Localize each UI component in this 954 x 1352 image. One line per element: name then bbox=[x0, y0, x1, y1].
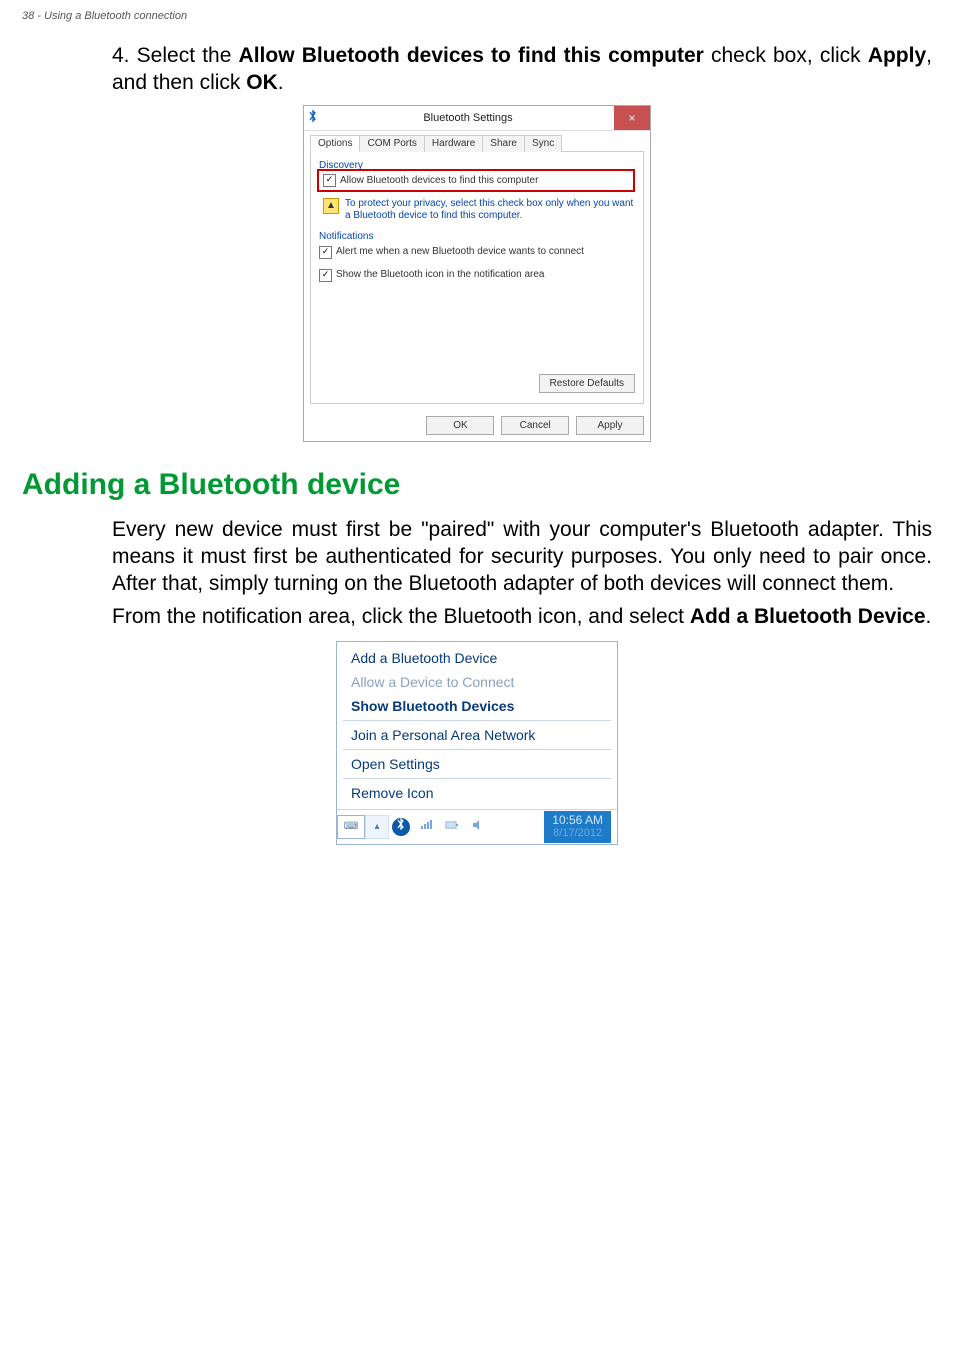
step-mid1: check box, click bbox=[704, 44, 868, 67]
highlight-allow-discovery: ✓ Allow Bluetooth devices to find this c… bbox=[317, 169, 635, 192]
step-bold-apply: Apply bbox=[868, 44, 926, 67]
page-header-note: 38 - Using a Bluetooth connection bbox=[22, 10, 932, 22]
close-button[interactable]: × bbox=[614, 106, 650, 130]
restore-defaults-button[interactable]: Restore Defaults bbox=[539, 374, 635, 393]
bluetooth-tray-icon[interactable] bbox=[392, 818, 410, 836]
tab-hardware[interactable]: Hardware bbox=[424, 135, 483, 152]
menu-remove-icon[interactable]: Remove Icon bbox=[337, 781, 617, 805]
paragraph-pairing: Every new device must first be "paired" … bbox=[112, 516, 932, 598]
bluetooth-icon bbox=[304, 109, 322, 126]
menu-join-pan[interactable]: Join a Personal Area Network bbox=[337, 723, 617, 747]
step-4: 4. Select the Allow Bluetooth devices to… bbox=[112, 42, 932, 97]
volume-icon[interactable] bbox=[465, 819, 491, 834]
checkbox-show-icon[interactable]: ✓ bbox=[319, 269, 332, 282]
taskbar-clock[interactable]: 10:56 AM 8/17/2012 bbox=[544, 811, 611, 843]
touch-keyboard-icon[interactable]: ⌨ bbox=[337, 815, 365, 839]
ok-button[interactable]: OK bbox=[426, 416, 494, 435]
checkbox-show-icon-label: Show the Bluetooth icon in the notificat… bbox=[336, 269, 544, 280]
tab-options[interactable]: Options bbox=[310, 135, 360, 152]
network-icon[interactable] bbox=[413, 819, 439, 834]
cancel-button[interactable]: Cancel bbox=[501, 416, 569, 435]
group-notifications-label: Notifications bbox=[319, 231, 635, 242]
para2-bold: Add a Bluetooth Device bbox=[690, 605, 926, 628]
menu-separator bbox=[343, 720, 611, 721]
step-end: . bbox=[278, 71, 284, 94]
dialog-actions: OK Cancel Apply bbox=[304, 410, 650, 441]
dialog-title: Bluetooth Settings bbox=[322, 112, 614, 124]
paragraph-notification: From the notification area, click the Bl… bbox=[112, 603, 932, 630]
checkbox-allow-discovery-label: Allow Bluetooth devices to find this com… bbox=[340, 175, 538, 186]
para2-end: . bbox=[926, 605, 932, 628]
menu-add-bluetooth-device[interactable]: Add a Bluetooth Device bbox=[337, 646, 617, 670]
checkbox-allow-discovery[interactable]: ✓ bbox=[323, 174, 336, 187]
privacy-info-row: ▲ To protect your privacy, select this c… bbox=[319, 198, 635, 223]
checkbox-alert-new-device-label: Alert me when a new Bluetooth device wan… bbox=[336, 246, 584, 257]
tab-share[interactable]: Share bbox=[482, 135, 525, 152]
dialog-titlebar: Bluetooth Settings × bbox=[304, 106, 650, 131]
section-heading-adding: Adding a Bluetooth device bbox=[22, 468, 932, 502]
bluetooth-tray-menu: Add a Bluetooth Device Allow a Device to… bbox=[336, 641, 618, 845]
menu-allow-connect: Allow a Device to Connect bbox=[337, 670, 617, 694]
tab-com-ports[interactable]: COM Ports bbox=[359, 135, 424, 152]
taskbar-date: 8/17/2012 bbox=[552, 827, 603, 840]
step-bold-ok: OK bbox=[246, 71, 278, 94]
tab-options-body: Discovery ✓ Allow Bluetooth devices to f… bbox=[310, 151, 644, 404]
dialog-tabs: Options COM Ports Hardware Share Sync bbox=[304, 131, 650, 152]
step-number: 4. bbox=[112, 42, 130, 69]
step-bold-allow: Allow Bluetooth devices to find this com… bbox=[239, 44, 704, 67]
menu-separator bbox=[343, 749, 611, 750]
warning-icon: ▲ bbox=[323, 198, 339, 214]
taskbar: ⌨ ▴ 10:56 AM 8/17/2012 bbox=[337, 809, 617, 844]
apply-button[interactable]: Apply bbox=[576, 416, 644, 435]
battery-icon[interactable] bbox=[439, 819, 465, 834]
step-pre: Select the bbox=[137, 44, 239, 67]
tray-overflow-icon[interactable]: ▴ bbox=[365, 815, 389, 839]
privacy-info-text: To protect your privacy, select this che… bbox=[345, 198, 635, 223]
tab-sync[interactable]: Sync bbox=[524, 135, 562, 152]
para2-pre: From the notification area, click the Bl… bbox=[112, 605, 690, 628]
bluetooth-settings-dialog: Bluetooth Settings × Options COM Ports H… bbox=[303, 105, 651, 442]
menu-show-bt-devices[interactable]: Show Bluetooth Devices bbox=[337, 694, 617, 718]
menu-open-settings[interactable]: Open Settings bbox=[337, 752, 617, 776]
menu-separator bbox=[343, 778, 611, 779]
checkbox-alert-new-device[interactable]: ✓ bbox=[319, 246, 332, 259]
taskbar-time: 10:56 AM bbox=[552, 813, 603, 827]
